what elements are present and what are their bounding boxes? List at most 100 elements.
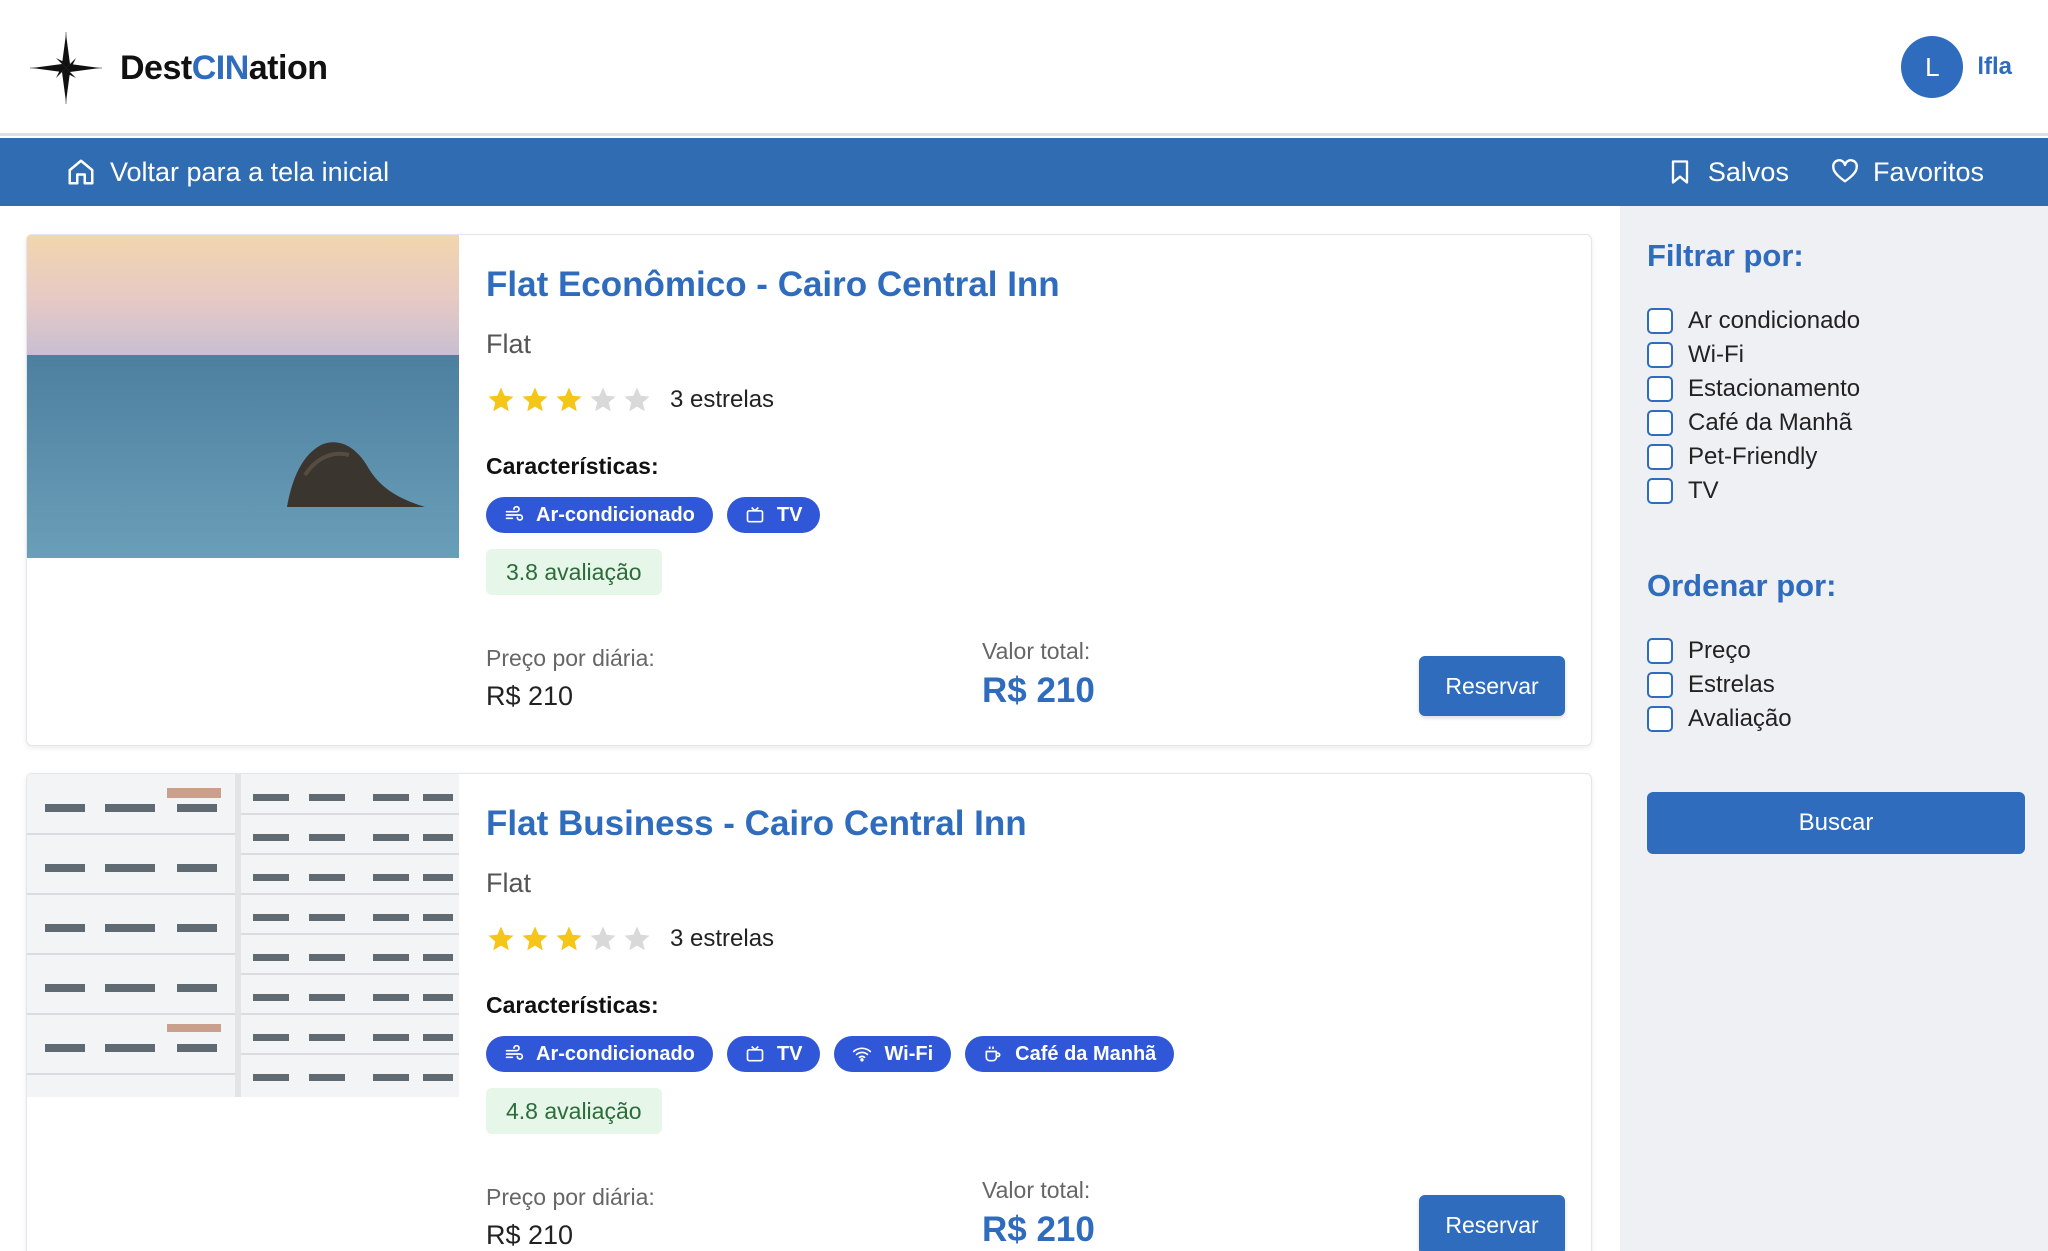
stars-label: 3 estrelas [670, 925, 775, 952]
feature-chip-label: Wi-Fi [884, 1042, 934, 1065]
star-icon [488, 926, 514, 951]
total-label: Valor total: [982, 638, 1091, 664]
feature-chip-breakfast: Café da Manhã [965, 1036, 1175, 1072]
checkbox[interactable] [1647, 444, 1673, 470]
listing-type: Flat [486, 868, 532, 898]
feature-chip-label: Café da Manhã [1015, 1042, 1157, 1065]
favorites-link-label: Favoritos [1872, 156, 1984, 187]
option-label: Estacionamento [1688, 375, 1861, 402]
reserve-button[interactable]: Reservar [1419, 1195, 1565, 1251]
listing-body: Flat Business - Cairo Central Inn Flat 3… [486, 774, 1591, 1251]
checkbox[interactable] [1647, 478, 1673, 504]
option-label: TV [1688, 477, 1719, 504]
total-value: R$ 210 [982, 1210, 1095, 1249]
filter-option-breakfast[interactable]: Café da Manhã [1647, 406, 1860, 440]
star-icon [624, 387, 650, 412]
user-menu[interactable]: L lfla [1901, 36, 2012, 98]
stars-label: 3 estrelas [670, 386, 775, 413]
reserve-button[interactable]: Reservar [1419, 656, 1565, 716]
feature-chip-label: Ar-condicionado [536, 503, 695, 526]
option-label: Ar condicionado [1688, 307, 1861, 334]
search-button[interactable]: Buscar [1647, 792, 2025, 854]
star-icon [522, 926, 548, 951]
star-icon [556, 387, 582, 412]
compass-star-icon [30, 32, 102, 104]
checkbox[interactable] [1647, 308, 1673, 334]
wifi-icon [853, 1047, 872, 1062]
filter-option-tv[interactable]: TV [1647, 474, 1860, 508]
price-value: R$ 210 [486, 681, 574, 711]
sort-title: Ordenar por: [1647, 568, 1837, 603]
avatar[interactable]: L [1901, 36, 1964, 98]
feature-chip-tv: TV [726, 497, 821, 533]
option-label: Avaliação [1688, 705, 1792, 732]
feature-chip-label: TV [776, 1042, 803, 1065]
tv-icon [746, 1045, 764, 1062]
wind-icon [505, 505, 524, 521]
star-icon [624, 926, 650, 951]
listing-title[interactable]: Flat Econômico - Cairo Central Inn [486, 265, 1060, 305]
feature-chip-ac: Ar-condicionado [486, 497, 713, 533]
filter-option-wifi[interactable]: Wi-Fi [1647, 338, 1860, 372]
top-header: DestCINation L lfla [0, 0, 2048, 136]
option-label: Pet-Friendly [1688, 443, 1818, 470]
star-icon [556, 926, 582, 951]
home-link[interactable]: Voltar para a tela inicial [66, 138, 389, 206]
listing-type: Flat [486, 329, 532, 359]
heart-icon [1832, 159, 1858, 183]
listing-card: Flat Econômico - Cairo Central Inn Flat … [26, 234, 1592, 746]
nav-right: Salvos Favoritos [1624, 138, 1984, 206]
tv-icon [746, 506, 764, 523]
sort-option-price[interactable]: Preço [1647, 634, 1792, 668]
sort-option-stars[interactable]: Estrelas [1647, 668, 1792, 702]
feature-chips: Ar-condicionado TV Wi-Fi Café da Manhã [486, 1036, 1188, 1072]
feature-chip-ac: Ar-condicionado [486, 1036, 713, 1072]
checkbox[interactable] [1647, 672, 1673, 698]
wind-icon [505, 1044, 524, 1060]
rating-badge: 4.8 avaliação [486, 1088, 662, 1134]
star-rating: 3 estrelas [486, 385, 774, 415]
star-icon [590, 387, 616, 412]
listing-title[interactable]: Flat Business - Cairo Central Inn [486, 804, 1027, 844]
checkbox[interactable] [1647, 706, 1673, 732]
filter-option-pet-friendly[interactable]: Pet-Friendly [1647, 440, 1860, 474]
listing-photo-sea-rock [27, 235, 459, 558]
star-rating: 3 estrelas [486, 924, 774, 954]
favorites-link[interactable]: Favoritos [1831, 157, 1984, 188]
feature-chip-tv: TV [726, 1036, 821, 1072]
logo-text: DestCINation [120, 48, 328, 87]
checkbox[interactable] [1647, 638, 1673, 664]
feature-chip-label: Ar-condicionado [536, 1042, 695, 1065]
nav-bar: Voltar para a tela inicial Salvos Favori… [0, 138, 2048, 206]
filter-options: Ar condicionado Wi-Fi Estacionamento Caf… [1647, 304, 1860, 508]
coffee-cup-icon [985, 1046, 1001, 1062]
option-label: Wi-Fi [1688, 341, 1744, 368]
price-label: Preço por diária: [486, 645, 655, 671]
checkbox[interactable] [1647, 376, 1673, 402]
rating-badge: 3.8 avaliação [486, 549, 662, 595]
total-label: Valor total: [982, 1177, 1091, 1203]
total-value: R$ 210 [982, 671, 1095, 710]
filter-option-parking[interactable]: Estacionamento [1647, 372, 1860, 406]
bookmark-icon [1671, 160, 1689, 184]
feature-chips: Ar-condicionado TV [486, 497, 834, 533]
features-title: Características: [486, 992, 659, 1018]
saved-link[interactable]: Salvos [1666, 157, 1789, 188]
listing-photo-building [27, 774, 459, 1097]
checkbox[interactable] [1647, 410, 1673, 436]
option-label: Café da Manhã [1688, 409, 1853, 436]
star-icon [488, 387, 514, 412]
home-link-label: Voltar para a tela inicial [110, 156, 390, 187]
filter-sidebar: Filtrar por: Ar condicionado Wi-Fi Estac… [1620, 206, 2048, 1251]
option-label: Estrelas [1688, 671, 1775, 698]
logo[interactable]: DestCINation [28, 30, 328, 106]
star-icon [590, 926, 616, 951]
listing-card: Flat Business - Cairo Central Inn Flat 3… [26, 773, 1592, 1251]
user-name[interactable]: lfla [1977, 53, 2012, 81]
saved-link-label: Salvos [1707, 156, 1789, 187]
checkbox[interactable] [1647, 342, 1673, 368]
sort-option-rating[interactable]: Avaliação [1647, 702, 1792, 736]
features-title: Características: [486, 453, 659, 479]
filter-title: Filtrar por: [1647, 238, 1804, 273]
filter-option-ac[interactable]: Ar condicionado [1647, 304, 1860, 338]
